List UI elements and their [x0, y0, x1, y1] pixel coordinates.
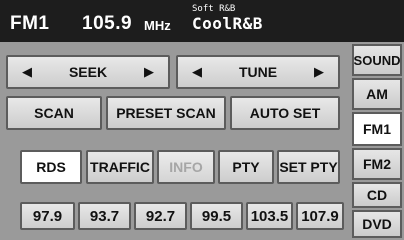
tune-left-icon[interactable]: ◀ [192, 64, 202, 80]
preset-1-button[interactable]: 97.9 [20, 202, 75, 230]
seek-button[interactable]: ◀ SEEK ▶ [6, 55, 170, 89]
source-fm2-button[interactable]: FM2 [352, 148, 402, 180]
preset-4-button[interactable]: 99.5 [190, 202, 243, 230]
preset-3-button[interactable]: 92.7 [134, 202, 187, 230]
seek-right-icon[interactable]: ▶ [144, 64, 154, 80]
traffic-button[interactable]: TRAFFIC [86, 150, 154, 184]
set-pty-button[interactable]: SET PTY [277, 150, 340, 184]
tune-button[interactable]: ◀ TUNE ▶ [176, 55, 340, 89]
source-sound-button[interactable]: SOUND [352, 44, 402, 76]
band-label: FM1 [10, 13, 50, 34]
preset-scan-button[interactable]: PRESET SCAN [106, 96, 226, 130]
rds-button[interactable]: RDS [20, 150, 82, 184]
pty-type-label: Soft R&B [192, 4, 236, 14]
status-header: FM1 105.9 MHz Soft R&B CoolR&B [0, 0, 404, 42]
tune-label: TUNE [238, 64, 278, 80]
seek-left-icon[interactable]: ◀ [22, 64, 32, 80]
source-cd-button[interactable]: CD [352, 182, 402, 208]
source-am-button[interactable]: AM [352, 78, 402, 110]
tune-right-icon[interactable]: ▶ [314, 64, 324, 80]
source-fm1-button[interactable]: FM1 [352, 112, 402, 146]
scan-button[interactable]: SCAN [6, 96, 102, 130]
source-dvd-button[interactable]: DVD [352, 210, 402, 238]
preset-6-button[interactable]: 107.9 [296, 202, 344, 230]
info-button[interactable]: INFO [157, 150, 215, 184]
seek-label: SEEK [68, 64, 108, 80]
pty-button[interactable]: PTY [218, 150, 274, 184]
preset-2-button[interactable]: 93.7 [78, 202, 131, 230]
radio-screen: FM1 105.9 MHz Soft R&B CoolR&B ◀ SEEK ▶ … [0, 0, 404, 240]
frequency-unit: MHz [144, 18, 171, 33]
station-name: CoolR&B [192, 14, 263, 33]
preset-5-button[interactable]: 103.5 [246, 202, 293, 230]
auto-set-button[interactable]: AUTO SET [230, 96, 340, 130]
frequency-value: 105.9 [82, 13, 133, 34]
